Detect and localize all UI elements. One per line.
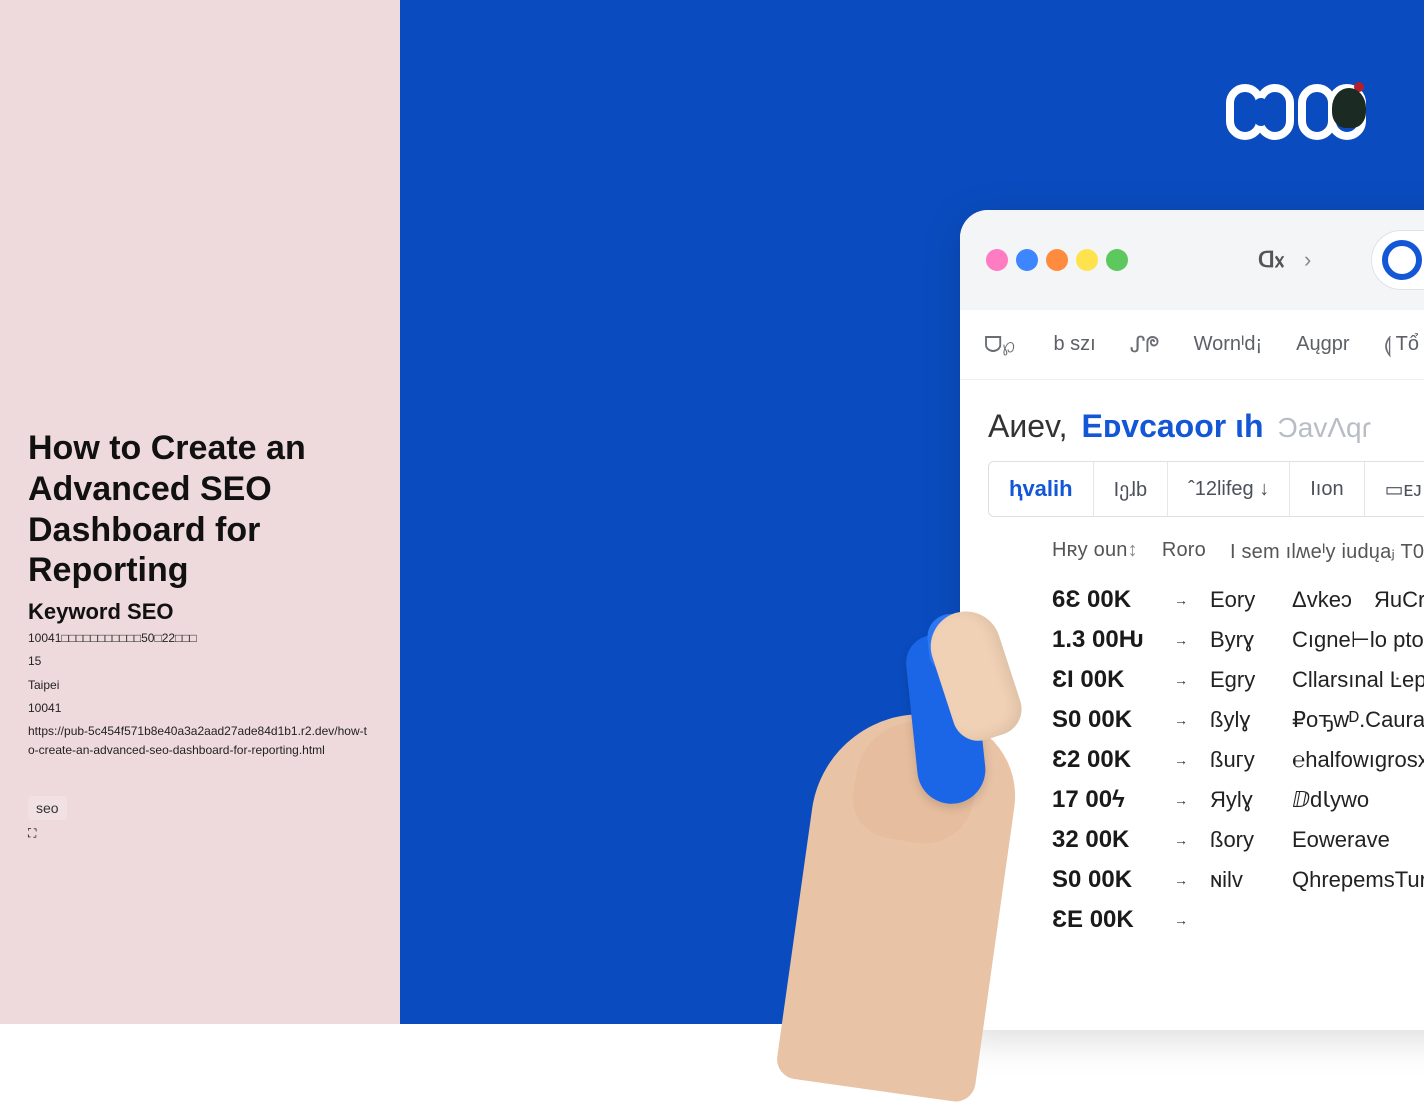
left-sidebar: How to Create an Advanced SEO Dashboard …: [0, 0, 400, 1024]
meta-url: https://pub-5c454f571b8e40a3a2aad27ade84…: [28, 722, 372, 760]
meta-line-4: 10041: [28, 699, 372, 718]
tag-seo[interactable]: seo: [28, 796, 67, 820]
arrow-icon: →: [1174, 712, 1188, 728]
row-value: 17 00ϟ: [1052, 786, 1152, 814]
row-desc: ℮halfowıɡrosxn: [1292, 747, 1424, 773]
filter-toolbar: ⱨvalih Iეɺb ˆ12lifeg ↓ Iıon ▭ᴇᴊ ⟂ Tᐊ ࿐ E…: [988, 461, 1424, 517]
row-desc: Cllarsınal Ŀeper: [1292, 667, 1424, 693]
col-header[interactable]: Roro: [1162, 539, 1206, 564]
dot-icon: [1106, 249, 1128, 271]
row-tag: Яylɣ: [1210, 787, 1270, 813]
top-tabs: ᗜ℘ b sᴢı ᔑᖘ Wornᴵd¡ Aųgpr ⟬Tổ Tigeᴵv, ┃n…: [960, 310, 1424, 380]
arrow-icon: →: [1174, 592, 1188, 608]
row-desc: Eowerave: [1292, 827, 1390, 853]
window-traffic-lights: [986, 249, 1128, 271]
dot-icon: [986, 249, 1008, 271]
tab-item[interactable]: ᔑᖘ: [1130, 332, 1160, 358]
address-bar[interactable]: Whind Ṣʁoſech Ǫvsaᴍoʀing ᒣmatṣ ǫἁl ‥: [1371, 230, 1424, 290]
article-title: How to Create an Advanced SEO Dashboard …: [28, 428, 372, 591]
row-desc: Cıɡne⊢lo ptoıyпrke: [1292, 627, 1424, 653]
tab-item[interactable]: b sᴢı: [1053, 333, 1095, 356]
hero-background: ᗡ᥊ › Whind Ṣʁoſech Ǫvsaᴍoʀing ᒣmatṣ ǫἁl …: [400, 0, 1424, 1024]
filter-dropdown[interactable]: ˆ12lifeg ↓: [1168, 462, 1290, 516]
browser-window: ᗡ᥊ › Whind Ṣʁoſech Ǫvsaᴍoʀing ᒣmatṣ ǫἁl …: [960, 210, 1424, 1030]
row-tag: ßuгy: [1210, 747, 1270, 773]
article-subtitle: Keyword SEO: [28, 599, 372, 625]
tab-item[interactable]: Aųgpr: [1296, 333, 1349, 356]
col-header[interactable]: I sem ılʍeᴵy iudųaⱼ T003 b ƨ: [1230, 539, 1424, 564]
filter-active[interactable]: ⱨvalih: [989, 462, 1094, 516]
column-headers: Hʀy oun↕ Roro I sem ılʍeᴵy iudųaⱼ T003 b…: [988, 531, 1424, 580]
row-desc: ЯuCroves: [1374, 587, 1424, 613]
brand-logo: [1226, 84, 1368, 140]
row-value: 32 00K: [1052, 826, 1152, 854]
col-header[interactable]: Hʀy oun↕: [1052, 539, 1138, 564]
row-value: S0 00K: [1052, 706, 1152, 734]
table-row[interactable]: ƐE 00K →: [1052, 900, 1424, 940]
arrow-icon: →: [1174, 832, 1188, 848]
dot-icon: [1046, 249, 1068, 271]
filter-button[interactable]: Iıon: [1290, 462, 1364, 516]
nav-forward-icon[interactable]: ›: [1304, 247, 1311, 273]
row-value: 6Ɛ 00K: [1052, 586, 1152, 614]
tab-item[interactable]: ⟬Tổ: [1384, 332, 1419, 358]
row-value: S0 00K: [1052, 866, 1152, 894]
heading-main: Eᴅvcaoor ιh: [1082, 408, 1264, 445]
arrow-icon: →: [1174, 632, 1188, 648]
heading-prefix: Aᴎev,: [988, 408, 1068, 445]
table-row[interactable]: 1.3 00Ƕ → Byrɣ Cıɡne⊢lo ptoıyпrke: [1052, 620, 1424, 660]
tab-icon: ⟬: [1384, 332, 1392, 358]
row-tag: ßory: [1210, 827, 1270, 853]
row-value: Ɛ2 00K: [1052, 746, 1152, 774]
sort-icon: ↕: [1128, 539, 1138, 561]
browser-chrome: ᗡ᥊ › Whind Ṣʁoſech Ǫvsaᴍoʀing ᒣmatṣ ǫἁl …: [960, 210, 1424, 310]
row-tag: ɴilv: [1210, 867, 1270, 893]
page-content: Aᴎev, Eᴅvcaoor ιh ƆavΛqɾ ⱨvalih Iეɺb ˆ12…: [960, 380, 1424, 958]
row-value: ƐI 00K: [1052, 666, 1152, 694]
meta-line-3: Taipei: [28, 676, 372, 695]
row-value: ƐE 00K: [1052, 906, 1152, 934]
row-value: 1.3 00Ƕ: [1052, 626, 1152, 654]
tab-icon: ᗜ℘: [984, 332, 1015, 358]
arrow-icon: →: [1174, 792, 1188, 808]
nav-back-icon[interactable]: ᗡ᥊: [1258, 247, 1284, 273]
arrow-icon: →: [1174, 912, 1188, 928]
dot-icon: [1016, 249, 1038, 271]
tab-item[interactable]: ᗜ℘: [984, 332, 1019, 358]
arrow-icon: →: [1174, 752, 1188, 768]
table-row[interactable]: 6Ɛ 00K → Eory Δvkeɔ ЯuCroves: [1052, 580, 1424, 620]
table-row[interactable]: S0 00K → ɴilv QhrepemsTurare: [1052, 860, 1424, 900]
table-row[interactable]: ƐI 00K → Egry Cllarsınal Ŀeper: [1052, 660, 1424, 700]
table-row[interactable]: S0 00K → ßylɣ ₽oꚋwᴰ.Caurapednth: [1052, 700, 1424, 740]
filter-button[interactable]: Iეɺb: [1094, 462, 1169, 516]
filter-button[interactable]: ▭ᴇᴊ: [1365, 462, 1424, 516]
row-extra: Δvkeɔ: [1292, 587, 1352, 613]
row-tag: Byrɣ: [1210, 627, 1270, 653]
tab-icon: ᔑᖘ: [1130, 332, 1160, 358]
expand-icon[interactable]: ⛶: [28, 826, 372, 841]
tab-item[interactable]: Wornᴵd¡: [1194, 333, 1263, 356]
table-row[interactable]: Ɛ2 00K → ßuгy ℮halfowıɡrosxn: [1052, 740, 1424, 780]
table-row[interactable]: 32 00K → ßory Eowerave: [1052, 820, 1424, 860]
dot-icon: [1076, 249, 1098, 271]
arrow-icon: →: [1174, 872, 1188, 888]
data-table: 6Ɛ 00K → Eory Δvkeɔ ЯuCroves 1.3 00Ƕ → Byr…: [988, 580, 1424, 940]
row-desc: QhrepemsTurare: [1292, 867, 1424, 893]
row-tag: ßylɣ: [1210, 707, 1270, 733]
heading-suffix: ƆavΛqɾ: [1278, 412, 1371, 444]
page-heading: Aᴎev, Eᴅvcaoor ιh ƆavΛqɾ: [988, 408, 1424, 445]
meta-line-2: 15: [28, 652, 372, 671]
row-tag: Egry: [1210, 667, 1270, 693]
row-tag: Eory: [1210, 587, 1270, 613]
arrow-icon: →: [1174, 672, 1188, 688]
row-desc: ₽oꚋwᴰ.Caurapednth: [1292, 707, 1424, 733]
table-row[interactable]: 17 00ϟ → Яylɣ ⅅdꙆywo: [1052, 780, 1424, 820]
row-desc: ⅅdꙆywo: [1292, 787, 1369, 813]
meta-line-1: 10041□□□□□□□□□□□50□22□□□: [28, 629, 372, 648]
loading-spinner-icon: [1382, 240, 1422, 280]
